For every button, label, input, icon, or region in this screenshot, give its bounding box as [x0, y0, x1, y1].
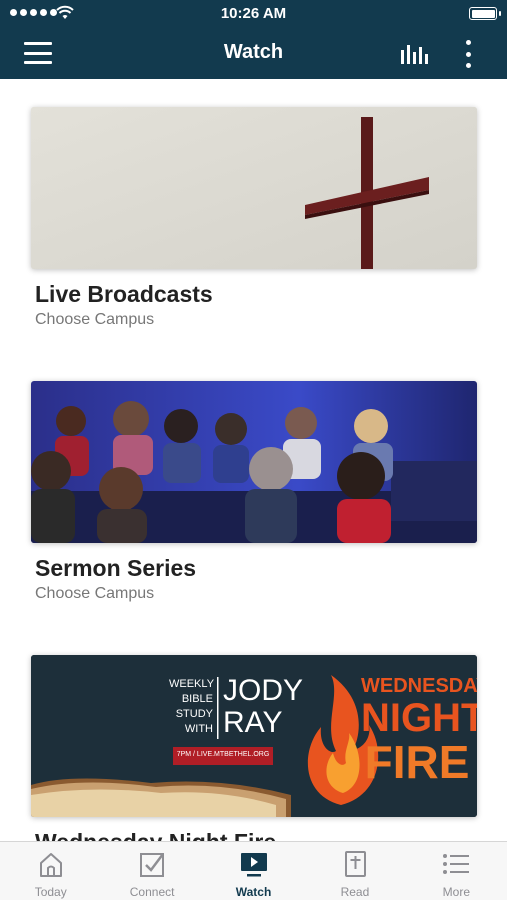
banner-event-title: WEDNESDAY NIGHT FIRE — [361, 675, 477, 788]
more-options-icon[interactable] — [460, 40, 476, 68]
bible-icon — [344, 851, 366, 877]
banner-speaker-name: JODY RAY — [223, 674, 304, 739]
checkbox-icon — [140, 853, 165, 877]
status-time: 10:26 AM — [220, 5, 287, 22]
card-title: Live Broadcasts — [35, 281, 213, 307]
home-icon — [39, 853, 62, 877]
tab-bar: Today Connect Watch Read More — [0, 841, 507, 900]
card-title: Wednesday Night Fire — [35, 829, 477, 841]
tab-today[interactable]: Today — [0, 842, 101, 900]
watch-content: Live Broadcasts Choose Campus Sermon Ser… — [0, 79, 507, 841]
tab-label: More — [442, 885, 470, 899]
card-subtitle: Choose Campus — [35, 585, 155, 602]
page-title: Watch — [223, 41, 284, 63]
card-sermon-series[interactable]: Sermon Series Choose Campus — [31, 381, 477, 603]
audio-bars-icon[interactable] — [400, 42, 430, 64]
banner-weekly-text: WEEKLY BIBLE STUDY WITH — [169, 678, 215, 735]
card-wednesday-night-fire[interactable]: WEEKLY BIBLE STUDY WITH JODY RAY 7PM / L… — [31, 655, 477, 841]
wednesday-night-fire-banner[interactable]: WEEKLY BIBLE STUDY WITH JODY RAY 7PM / L… — [31, 655, 477, 817]
tab-label: Connect — [129, 885, 175, 899]
battery-icon — [469, 7, 501, 20]
status-bar: 10:26 AM — [0, 0, 507, 28]
tab-label: Read — [340, 885, 370, 899]
audience-image[interactable] — [31, 381, 477, 543]
tab-connect[interactable]: Connect — [101, 842, 202, 900]
tab-label: Today — [34, 885, 67, 899]
tab-watch[interactable]: Watch — [203, 842, 304, 900]
banner-time-url: 7PM / LIVE.MTBETHEL.ORG — [176, 751, 270, 758]
card-title: Sermon Series — [35, 555, 197, 581]
tv-play-icon — [240, 853, 267, 877]
card-live-broadcasts[interactable]: Live Broadcasts Choose Campus — [31, 107, 477, 329]
list-icon — [443, 854, 470, 874]
tab-label: Watch — [235, 885, 272, 899]
tab-more[interactable]: More — [406, 842, 507, 900]
tab-read[interactable]: Read — [304, 842, 405, 900]
nav-bar: Watch — [0, 28, 507, 79]
card-subtitle: Choose Campus — [35, 311, 155, 328]
cross-image[interactable] — [31, 107, 477, 269]
